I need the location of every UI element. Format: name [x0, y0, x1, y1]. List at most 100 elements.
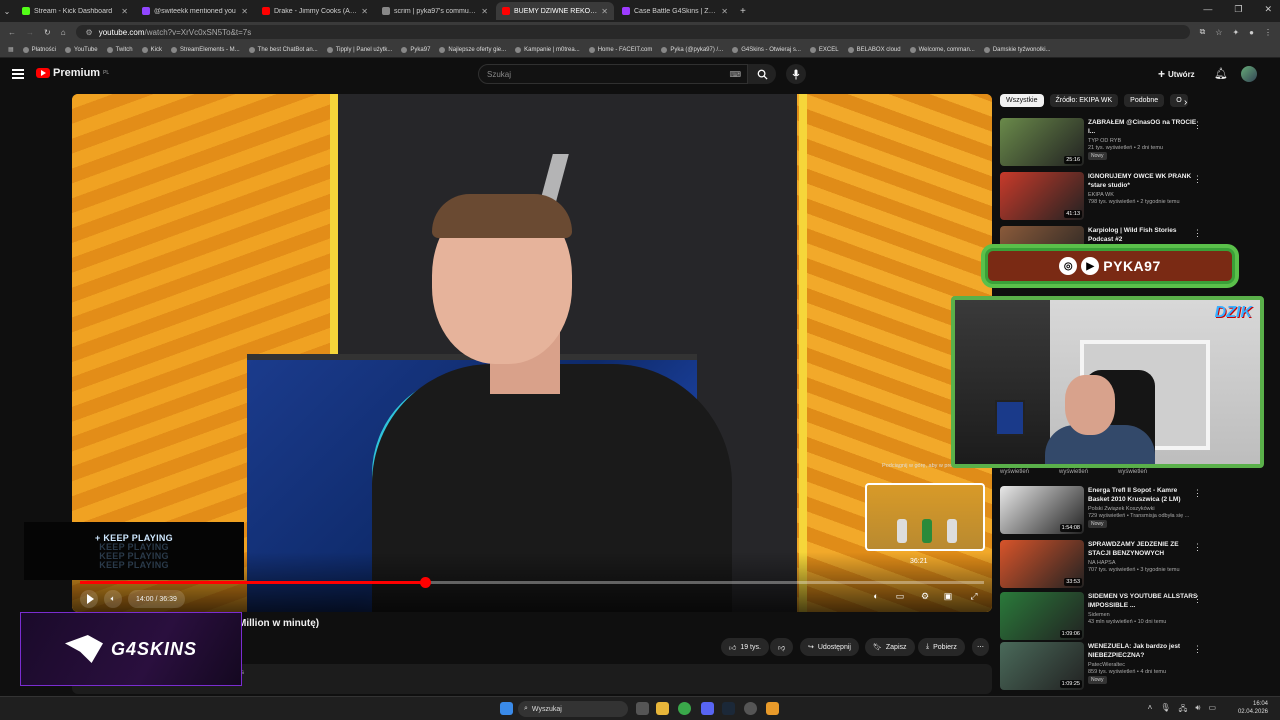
tab-list-icon[interactable]: ⌄	[0, 7, 14, 16]
save-button[interactable]: 🔖︎ Zapisz	[865, 638, 915, 656]
profile-icon[interactable]: ●	[1249, 28, 1254, 37]
video-thumbnail[interactable]: 1:09:25	[1000, 642, 1084, 690]
recommended-video[interactable]: 33:53 SPRAWDZAMY JEDZENIE ZE STACJI BENZY…	[1000, 540, 1202, 590]
browser-tab[interactable]: BUEMY DZIWNE REKORDY ŚWI ✕	[496, 2, 614, 20]
extensions-icon[interactable]: ✦	[1232, 28, 1239, 37]
site-info-icon[interactable]: ⚙	[86, 28, 93, 37]
network-icon[interactable]: 🖧︎	[1178, 703, 1187, 717]
app-icon[interactable]	[766, 702, 779, 715]
search-input[interactable]: Szukaj ⌨	[478, 64, 748, 84]
filter-chip[interactable]: Źródło: EKIPA WK	[1049, 94, 1119, 107]
more-icon[interactable]: ⋮	[1193, 488, 1202, 499]
bookmark-item[interactable]: Damskie tyźwonolki...	[983, 46, 1051, 53]
bookmark-item[interactable]: Płatności	[22, 46, 56, 53]
bookmark-item[interactable]: The best ChatBot an...	[248, 46, 318, 53]
video-title[interactable]: SIDEMEN VS YOUTUBE ALLSTARS IMPOSSIBLE .…	[1088, 592, 1198, 610]
progress-bar[interactable]	[80, 577, 984, 588]
video-thumbnail[interactable]: 33:53	[1000, 540, 1084, 588]
channel-name[interactable]: PatecWieraltec	[1088, 662, 1198, 668]
more-icon[interactable]: ⋮	[1193, 594, 1202, 605]
new-tab-icon[interactable]: +	[740, 6, 746, 17]
fullscreen-icon[interactable]: ⤢	[966, 591, 982, 602]
tray-expand-icon[interactable]: ˄	[1148, 703, 1153, 717]
browser-tab[interactable]: Case Battle G4Skins | Zdobywaj ✕	[616, 2, 734, 20]
bookmark-star-icon[interactable]: ☆	[1215, 28, 1222, 37]
task-view-icon[interactable]	[636, 702, 649, 715]
recommended-video[interactable]: 1:09:06 SIDEMEN VS YOUTUBE ALLSTARS IMPOS…	[1000, 592, 1202, 642]
steam-icon[interactable]	[722, 702, 735, 715]
search-button[interactable]	[748, 64, 776, 84]
apps-icon[interactable]: ▦	[8, 46, 14, 53]
tab-close-icon[interactable]: ✕	[361, 7, 368, 16]
video-title[interactable]: IGNORUJEMY OWCE WK PRANK *stare studio*	[1088, 172, 1198, 190]
bookmark-item[interactable]: Kampanie | m0trea...	[515, 46, 580, 53]
taskbar-search[interactable]: ⌕ Wyszukaj	[518, 701, 628, 717]
obs-icon[interactable]	[744, 702, 757, 715]
maximize-icon[interactable]: ❐	[1234, 4, 1242, 15]
browser-tab[interactable]: Drake - Jimmy Cooks (Audio) ft✕	[256, 2, 374, 20]
bookmark-item[interactable]: BELABOX cloud	[847, 46, 901, 53]
autoplay-toggle-icon[interactable]: ◐	[868, 591, 884, 601]
browser-tab[interactable]: scrim | pyka97's community ✕	[376, 2, 494, 20]
bookmark-item[interactable]: YouTube	[65, 46, 98, 53]
volume-button[interactable]: 🔈︎	[104, 590, 122, 608]
tab-close-icon[interactable]: ✕	[121, 7, 128, 16]
mic-tray-icon[interactable]: 🎙︎	[1160, 703, 1170, 717]
tab-close-icon[interactable]: ✕	[721, 7, 728, 16]
more-icon[interactable]: ⋮	[1193, 228, 1202, 239]
download-button[interactable]: ⤓ Pobierz	[918, 638, 965, 656]
share-button[interactable]: ↪ Udostępnij	[800, 638, 859, 656]
video-thumbnail[interactable]: 1:54:08	[1000, 486, 1084, 534]
video-title[interactable]: Energa Trefl II Sopot - Kamre Basket 201…	[1088, 486, 1198, 504]
menu-icon[interactable]	[12, 69, 24, 79]
browser-menu-icon[interactable]: ⋮	[1264, 28, 1272, 37]
volume-tray-icon[interactable]: 🔊︎	[1195, 703, 1200, 717]
youtube-logo[interactable]: Premium PL	[36, 67, 109, 79]
play-button[interactable]	[80, 590, 98, 608]
recommended-video[interactable]: 1:09:25 WENEZUELA: Jak bardzo jest NIEBEZ…	[1000, 642, 1202, 692]
recommended-video[interactable]: 41:13 IGNORUJEMY OWCE WK PRANK *stare stu…	[1000, 172, 1202, 222]
more-icon[interactable]: ⋮	[1193, 542, 1202, 553]
bookmark-item[interactable]: Kick	[141, 46, 162, 53]
video-thumbnail[interactable]: 25:16	[1000, 118, 1084, 166]
channel-name[interactable]: NA HAPSA	[1088, 560, 1198, 566]
video-title[interactable]: Karpiolog | Wild Fish Stories Podcast #2	[1088, 226, 1198, 244]
tab-close-icon[interactable]: ✕	[481, 7, 488, 16]
video-thumbnail[interactable]: 41:13	[1000, 172, 1084, 220]
recommended-video[interactable]: 1:54:08 Energa Trefl II Sopot - Kamre Bas…	[1000, 486, 1202, 536]
minimize-icon[interactable]: —	[1203, 4, 1212, 15]
subtitles-icon[interactable]: ▭	[892, 591, 908, 602]
miniplayer-icon[interactable]: ▣	[940, 591, 956, 602]
browser-tab[interactable]: Stream - Kick Dashboard ✕	[16, 2, 134, 20]
settings-icon[interactable]: ⚙	[917, 591, 933, 602]
voice-search-button[interactable]	[786, 64, 806, 84]
video-title[interactable]: ZABRAŁEM @CinasOG na TROCIE I...	[1088, 118, 1198, 136]
bookmark-item[interactable]: Pyka (@pyka97) /...	[661, 46, 723, 53]
back-icon[interactable]: ←	[8, 28, 16, 37]
notifications-icon[interactable]: 🔔︎	[1214, 67, 1228, 80]
bookmark-item[interactable]: Tipply | Panel użytk...	[326, 46, 392, 53]
dislike-button[interactable]: 👎︎	[770, 638, 794, 656]
more-icon[interactable]: ⋮	[1193, 120, 1202, 131]
more-icon[interactable]: ⋮	[1193, 644, 1202, 655]
close-icon[interactable]: ✕	[1264, 4, 1272, 15]
bookmark-item[interactable]: StreamElements - M...	[170, 46, 240, 53]
avatar[interactable]	[1241, 66, 1257, 82]
video-thumbnail[interactable]: 1:09:06	[1000, 592, 1084, 640]
more-actions-button[interactable]: ⋯	[972, 638, 989, 656]
bookmark-item[interactable]: Twitch	[106, 46, 133, 53]
like-button[interactable]: 👍︎ 19 tys.	[721, 638, 769, 656]
channel-name[interactable]: TYP OD RYB	[1088, 138, 1198, 144]
create-button[interactable]: + Utwórz	[1158, 67, 1195, 81]
reload-icon[interactable]: ↻	[44, 28, 51, 37]
browser-tab[interactable]: @switeekk mentioned you ✕	[136, 2, 254, 20]
channel-name[interactable]: EKIPA WK	[1088, 192, 1198, 198]
filter-chip[interactable]: Podobne	[1124, 94, 1165, 107]
more-icon[interactable]: ⋮	[1193, 174, 1202, 185]
url-field[interactable]: ⚙ youtube.com/watch?v=XrVc0xSN5To&t=7s	[75, 25, 1190, 39]
chevron-right-icon[interactable]: ›	[1184, 97, 1187, 108]
chrome-icon[interactable]	[678, 702, 691, 715]
video-title[interactable]: WENEZUELA: Jak bardzo jest NIEBEZPIECZNA…	[1088, 642, 1198, 660]
discord-icon[interactable]	[701, 702, 714, 715]
recommended-video[interactable]: 25:16 ZABRAŁEM @CinasOG na TROCIE I... TYP…	[1000, 118, 1202, 168]
